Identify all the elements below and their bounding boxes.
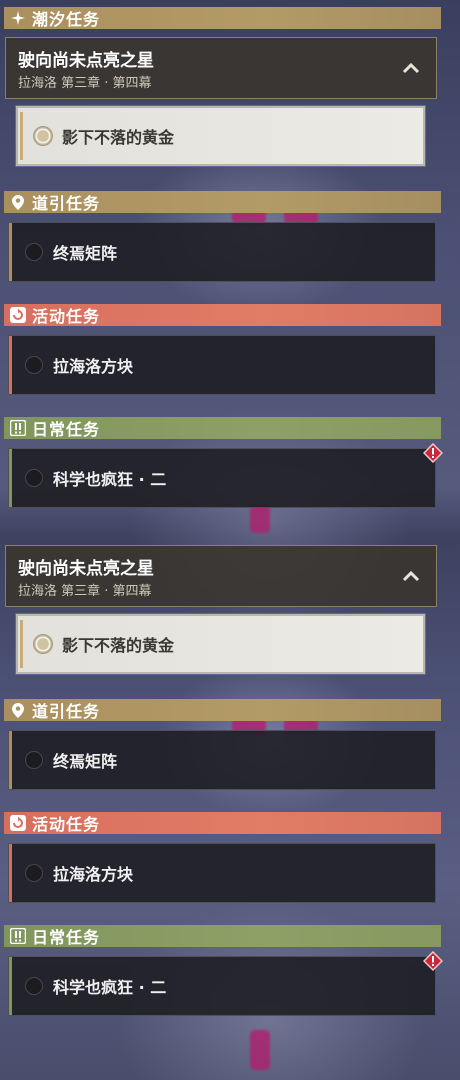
event-accent-bar <box>9 336 12 394</box>
guide-quest-header: 道引任务 <box>4 191 441 213</box>
event-accent-bar <box>9 844 12 902</box>
exclamation-box-icon <box>10 928 26 944</box>
quest-status-circle-icon <box>25 751 43 769</box>
chevron-up-icon[interactable] <box>402 60 420 74</box>
main-quest-card[interactable]: 驶向尚未点亮之星 拉海洛 第三章 · 第四幕 <box>5 37 437 99</box>
active-quest-step[interactable]: 影下不落的黄金 <box>15 105 426 167</box>
guide-quest-card-2[interactable]: 终焉矩阵 <box>8 730 436 790</box>
daily-quest-header-label: 日常任务 <box>32 420 101 439</box>
event-quest-label: 拉海洛方块 <box>53 865 134 884</box>
main-quest-card-2[interactable]: 驶向尚未点亮之星 拉海洛 第三章 · 第四幕 <box>5 545 437 607</box>
main-quest-title: 驶向尚未点亮之星 <box>18 51 154 71</box>
quest-status-circle-icon <box>25 243 43 261</box>
guide-quest-label: 终焉矩阵 <box>53 244 118 263</box>
daily-quest-card[interactable]: 科学也疯狂 · 二 <box>8 442 444 508</box>
step-accent-bar <box>20 620 23 668</box>
tide-quest-header: 潮汐任务 <box>4 7 441 29</box>
guide-accent-bar <box>9 731 12 789</box>
quest-status-circle-icon <box>25 977 43 995</box>
step-status-icon <box>33 126 53 146</box>
daily-quest-card-2[interactable]: 科学也疯狂 · 二 <box>8 950 444 1016</box>
active-quest-step-2[interactable]: 影下不落的黄金 <box>15 613 426 675</box>
event-quest-card-2[interactable]: 拉海洛方块 <box>8 843 436 903</box>
step-status-icon <box>33 634 53 654</box>
refresh-icon <box>10 307 26 323</box>
alert-diamond-icon <box>422 442 444 464</box>
daily-accent-bar <box>9 449 12 507</box>
daily-quest-header-label: 日常任务 <box>32 928 101 947</box>
guide-quest-header-label: 道引任务 <box>32 194 101 213</box>
event-quest-header-2: 活动任务 <box>4 812 441 834</box>
step-accent-bar <box>20 112 23 160</box>
event-quest-header-label: 活动任务 <box>32 815 101 834</box>
daily-quest-label: 科学也疯狂 · 二 <box>53 978 167 997</box>
quest-status-circle-icon <box>25 356 43 374</box>
location-pin-icon <box>10 702 26 718</box>
alert-diamond-icon <box>422 950 444 972</box>
daily-accent-bar <box>9 957 12 1015</box>
location-pin-icon <box>10 194 26 210</box>
main-quest-subtitle: 拉海洛 第三章 · 第四幕 <box>18 76 152 91</box>
guide-quest-label: 终焉矩阵 <box>53 752 118 771</box>
guide-quest-header-label: 道引任务 <box>32 702 101 721</box>
daily-quest-label: 科学也疯狂 · 二 <box>53 470 167 489</box>
guide-quest-header-2: 道引任务 <box>4 699 441 721</box>
event-quest-header: 活动任务 <box>4 304 441 326</box>
exclamation-box-icon <box>10 420 26 436</box>
quest-status-circle-icon <box>25 469 43 487</box>
tide-quest-header-label: 潮汐任务 <box>32 10 101 29</box>
event-quest-label: 拉海洛方块 <box>53 357 134 376</box>
active-step-label: 影下不落的黄金 <box>62 128 175 147</box>
guide-quest-card[interactable]: 终焉矩阵 <box>8 222 436 282</box>
event-quest-card[interactable]: 拉海洛方块 <box>8 335 436 395</box>
guide-accent-bar <box>9 223 12 281</box>
daily-quest-header-2: 日常任务 <box>4 925 441 947</box>
quest-status-circle-icon <box>25 864 43 882</box>
event-quest-header-label: 活动任务 <box>32 307 101 326</box>
main-quest-subtitle: 拉海洛 第三章 · 第四幕 <box>18 584 152 599</box>
chevron-up-icon[interactable] <box>402 568 420 582</box>
daily-quest-header: 日常任务 <box>4 417 441 439</box>
sparkle-icon <box>10 10 26 26</box>
main-quest-title: 驶向尚未点亮之星 <box>18 559 154 579</box>
active-step-label: 影下不落的黄金 <box>62 636 175 655</box>
refresh-icon <box>10 815 26 831</box>
